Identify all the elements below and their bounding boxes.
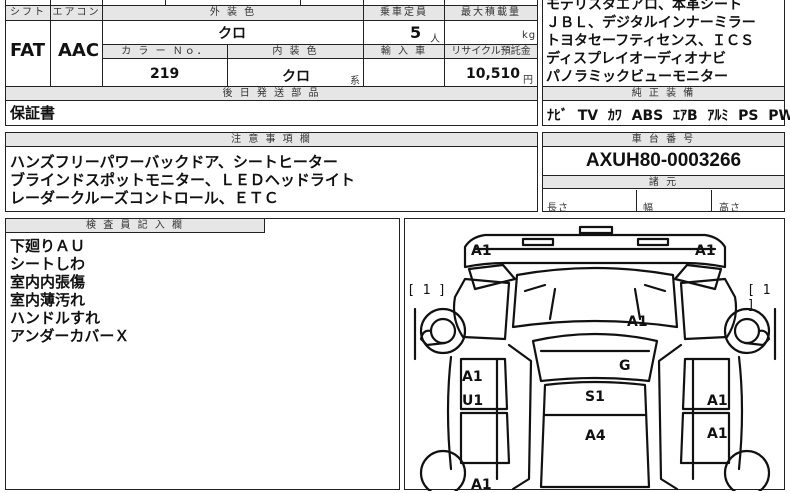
recycle-unit: 円 [523,75,534,86]
color-no-header: カ ラ ー Ｎｏ． [103,45,227,58]
inspector-line: ハンドルすれ [10,309,101,327]
mark-left-bracket: [ 1 ] [407,283,447,298]
mark-right-bracket: [ 1 ] [747,283,771,313]
equipment-item: PW [768,108,790,124]
shift-header: シフト [6,6,50,20]
notes-header: 注 意 事 項 欄 [6,133,537,147]
mark-windshield: G [619,358,631,374]
chassis-number: AXUH80-0003266 [585,150,742,171]
mark-left-fender-a: A1 [462,369,483,385]
max-load-header: 最大積載量 [445,6,537,20]
equipment-item: ｱﾙﾐ [707,108,729,124]
exterior-color-value: クロ [218,26,246,42]
capacity-header: 乗車定員 [364,6,444,20]
mark-roof-rear: A4 [585,428,606,444]
inspector-line: アンダーカバーＸ [10,327,130,345]
option-line: トヨタセーフティセンス、ＩＣＳ [546,33,755,49]
height-label: 高さ [719,203,741,214]
interior-color-header: 内 装 色 [228,45,363,58]
notes-box: 注 意 事 項 欄 ハンズフリーパワーバックドア、シートヒーター ブラインドスポ… [5,132,538,212]
import-header: 輸 入 車 [364,45,444,58]
capacity-value: 5 [410,23,422,42]
mark-front-left: A1 [471,243,492,259]
later-parts-box: 後 日 発 送 部 品 保証書 [5,86,538,126]
equipment-item: ABS [631,108,664,124]
inspector-line: 下廻りＡＵ [10,237,86,255]
length-label: 長さ [547,203,569,214]
dims-header: 諸 元 [543,175,784,189]
mark-right-rear-door: A1 [707,426,728,442]
exterior-color-header: 外 装 色 [103,6,363,20]
mark-front-right: A1 [695,243,716,259]
aircon-value: AAC [58,40,100,61]
inspector-header: 検 査 員 記 入 欄 [6,219,265,233]
option-line: モデリスタエアロ、本革シート [546,0,742,13]
inspector-box: 検 査 員 記 入 欄 下廻りＡＵ シートしわ 室内内張傷 室内薄汚れ ハンドル… [5,218,400,490]
equipment-list: ﾅﾋﾞ TV ｶﾜ ABS ｴｱB ｱﾙﾐ PS PW [547,105,790,125]
note-line: ハンズフリーパワーバックドア、シートヒーター [10,153,338,171]
mark-left-fender-u: U1 [462,393,484,409]
width-label: 幅 [643,203,654,214]
later-parts-header: 後 日 発 送 部 品 [6,87,537,101]
windshield-shape [531,332,659,383]
option-line: ディスプレイオーディオナビ [546,51,727,67]
capacity-unit: 人 [430,34,441,45]
mark-right-front-door: A1 [707,393,728,409]
left-rear-door-shape [459,411,511,465]
front-bumper-shape [463,233,727,269]
mark-roof: S1 [585,389,605,405]
equipment-item: PS [738,108,759,124]
recycle-value: 10,510 [466,66,521,82]
mark-bottom-left: A1 [471,477,492,493]
hood-shape [511,266,679,329]
equipment-box: 純 正 装 備 ﾅﾋﾞ TV ｶﾜ ABS ｴｱB ｱﾙﾐ PS PW [542,86,790,126]
max-load-unit: kg [522,30,537,41]
later-parts-value: 保証書 [10,104,56,122]
option-line: ＪＢＬ、デジタルインナーミラー [546,15,756,31]
shift-value: FAT [10,40,46,61]
interior-color-value: クロ [282,69,310,85]
damage-diagram: A1 A1 [ 1 ] [ 1 ] A1 G A1 U1 S1 A1 A1 A4… [404,218,785,493]
inspector-line: 室内内張傷 [10,273,86,291]
equipment-header: 純 正 装 備 [543,87,784,101]
option-line: パノラミックビューモニター [546,69,728,85]
plate-shape [521,237,555,247]
interior-color-suffix: 系 [350,76,361,87]
chassis-header: 車 台 番 号 [543,133,784,147]
options-box: モデリスタエアロ、本革シート ＪＢＬ、デジタルインナーミラー トヨタセーフティセ… [542,0,785,92]
note-line: レーダークルーズコントロール、ＥＴＣ [10,189,279,207]
equipment-item: TV [577,108,599,124]
chassis-box: 車 台 番 号 AXUH80-0003266 諸 元 長さ 幅 高さ [542,132,785,214]
color-no-value: 219 [150,66,180,82]
mark-hood: A1 [627,314,648,330]
aircon-header: エアコン [51,6,102,20]
equipment-item: ｴｱB [672,108,698,124]
equipment-item: ﾅﾋﾞ [547,108,568,124]
inspector-line: 室内薄汚れ [10,291,86,309]
note-line: ブラインドスポットモニター、ＬＥＤヘッドライト [10,171,355,189]
inspector-line: シートしわ [10,255,86,273]
equipment-item: ｶﾜ [607,108,622,124]
car-diagram-svg [413,225,777,491]
recycle-header: リサイクル預託金 [445,45,537,58]
